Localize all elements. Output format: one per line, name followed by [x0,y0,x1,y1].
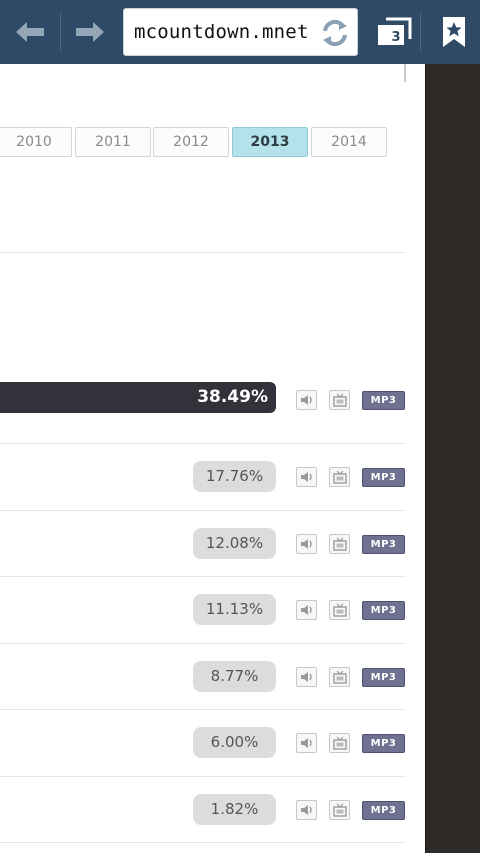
forward-button[interactable] [61,0,119,64]
bookmark-button[interactable] [428,0,480,64]
vote-percentage: 1.82% [193,794,276,825]
tv-icon [333,393,347,407]
tv-icon [333,603,347,617]
mp3-button[interactable]: MP3 [362,801,405,820]
year-tab-2013[interactable]: 2013 [232,127,308,157]
web-page: 2010 2011 2012 2013 2014 38.49% MP3 17.7… [0,64,426,853]
reload-button[interactable] [319,17,351,49]
mp3-button[interactable]: MP3 [362,734,405,753]
mp3-button[interactable]: MP3 [362,601,405,620]
vote-percentage: 8.77% [193,661,276,692]
row-divider [0,576,406,577]
tabs-icon: 3 [376,17,412,47]
toolbar-divider [420,12,421,52]
vote-percentage: 38.49% [197,387,268,407]
speaker-icon [301,672,312,682]
row-divider [0,709,406,710]
back-arrow-icon [16,22,44,42]
speaker-icon [301,539,312,549]
browser-toolbar: mcountdown.mnet 3 [0,0,480,64]
row-divider [0,443,406,444]
tv-icon [333,537,347,551]
row-divider [0,510,406,511]
year-tab-2010[interactable]: 2010 [0,127,72,157]
tabs-button[interactable]: 3 [368,0,420,64]
row-divider [0,643,406,644]
mp3-button[interactable]: MP3 [362,391,405,410]
tv-icon [333,803,347,817]
listen-button[interactable] [296,600,317,620]
tv-icon [333,670,347,684]
speaker-icon [301,605,312,615]
tab-count: 3 [391,30,401,45]
year-tab-2014[interactable]: 2014 [311,127,387,157]
url-bar[interactable]: mcountdown.mnet [123,8,358,56]
mp3-button[interactable]: MP3 [362,535,405,554]
forward-arrow-icon [76,22,104,42]
row-divider [0,842,406,843]
watch-video-button[interactable] [329,534,350,554]
reload-icon [323,19,347,47]
vote-percentage: 12.08% [193,528,276,559]
section-divider [0,252,406,253]
listen-button[interactable] [296,390,317,410]
watch-video-button[interactable] [329,733,350,753]
tv-icon [333,470,347,484]
speaker-icon [301,472,312,482]
tv-icon [333,736,347,750]
scrollbar[interactable] [404,64,406,82]
listen-button[interactable] [296,534,317,554]
listen-button[interactable] [296,733,317,753]
mp3-button[interactable]: MP3 [362,468,405,487]
vote-percentage: 6.00% [193,727,276,758]
listen-button[interactable] [296,800,317,820]
listen-button[interactable] [296,467,317,487]
speaker-icon [301,805,312,815]
speaker-icon [301,395,312,405]
watch-video-button[interactable] [329,667,350,687]
watch-video-button[interactable] [329,600,350,620]
listen-button[interactable] [296,667,317,687]
year-tab-2012[interactable]: 2012 [153,127,229,157]
watch-video-button[interactable] [329,800,350,820]
year-tab-2011[interactable]: 2011 [75,127,151,157]
vote-percentage: 11.13% [193,594,276,625]
mp3-button[interactable]: MP3 [362,668,405,687]
bookmark-star-icon [443,17,465,47]
vote-bar-leader: 38.49% [0,382,276,413]
vote-percentage: 17.76% [193,461,276,492]
row-divider [0,776,406,777]
side-panel [426,64,480,853]
back-button[interactable] [0,0,60,64]
speaker-icon [301,738,312,748]
watch-video-button[interactable] [329,390,350,410]
url-text[interactable]: mcountdown.mnet [134,21,309,43]
watch-video-button[interactable] [329,467,350,487]
